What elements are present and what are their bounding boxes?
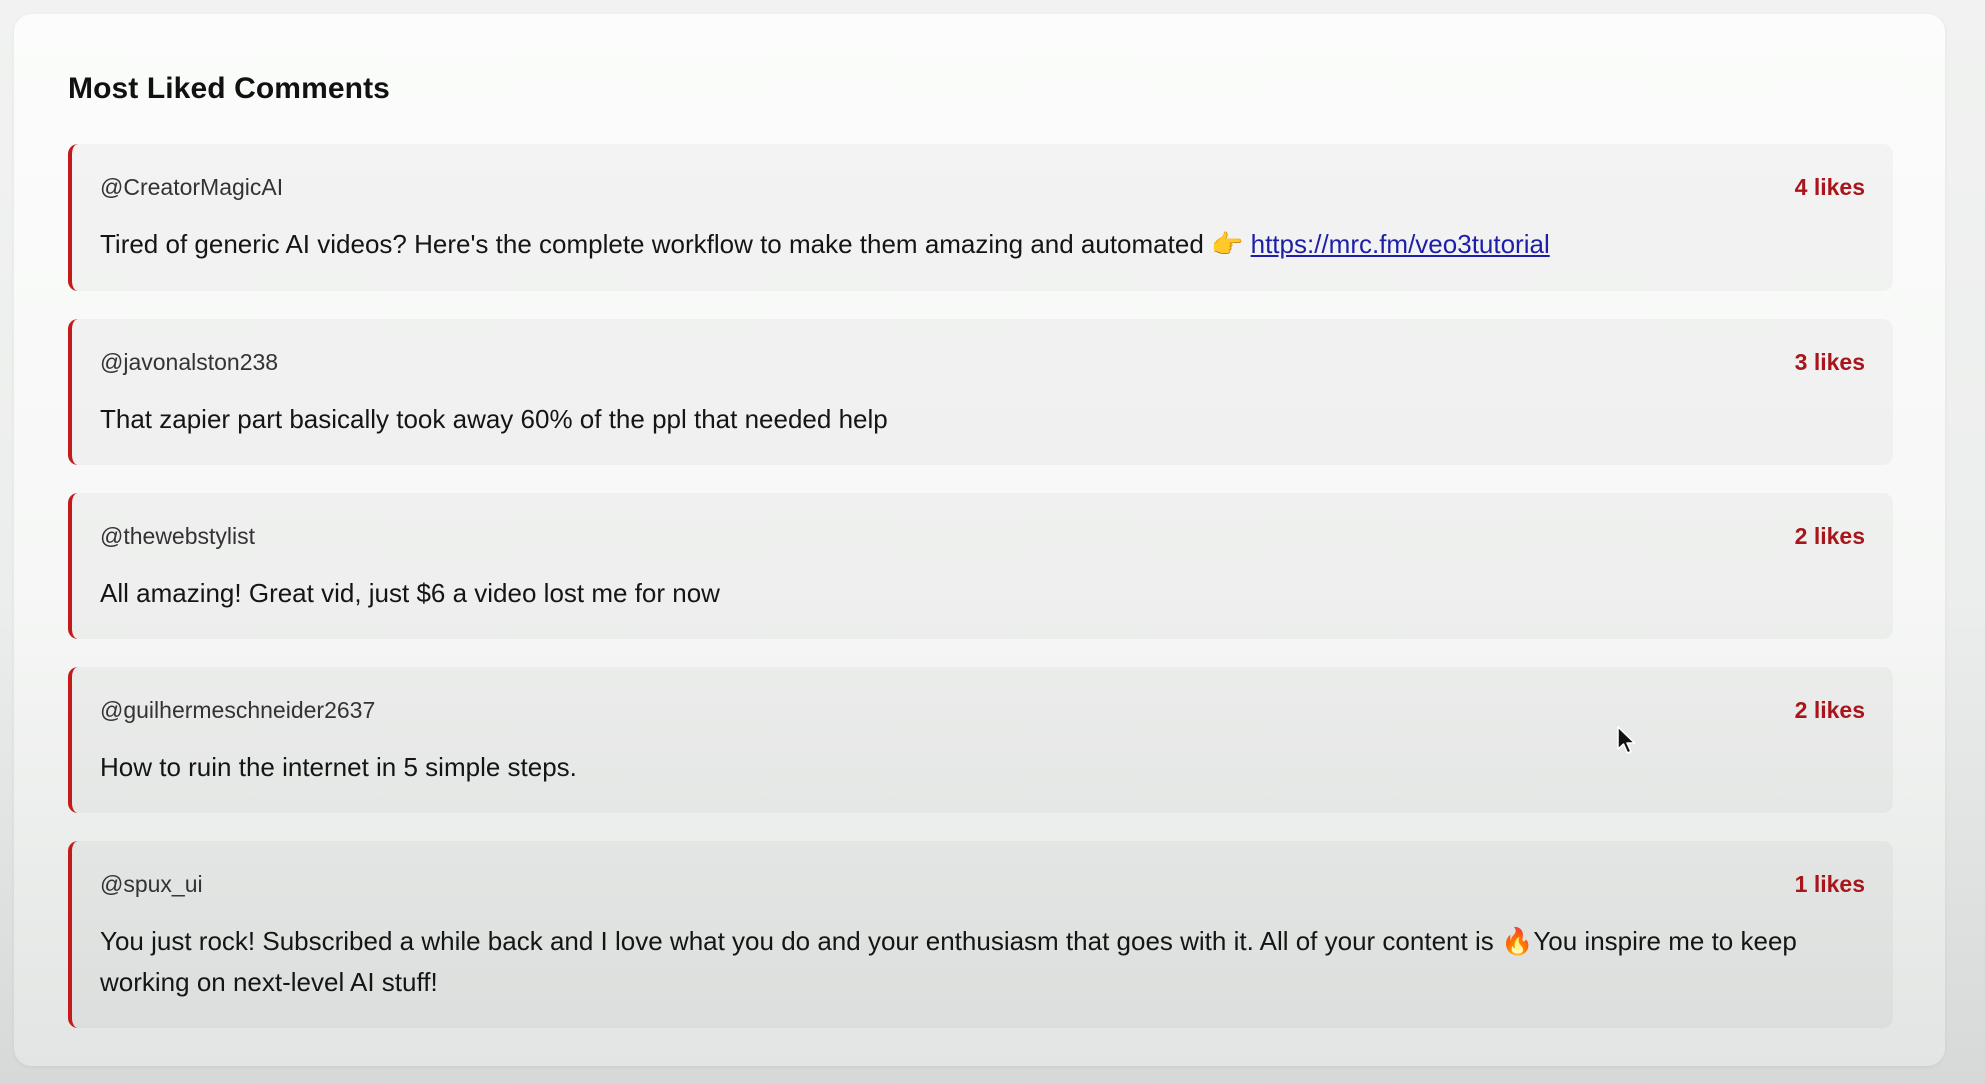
section-title: Most Liked Comments xyxy=(68,72,390,105)
comment-likes: 3 likes xyxy=(1794,348,1865,375)
comment-likes: 2 likes xyxy=(1794,522,1865,549)
comment-header: @spux_ui 1 likes xyxy=(100,869,1865,899)
comments-list: @CreatorMagicAI 4 likes Tired of generic… xyxy=(68,144,1891,1028)
comment-likes: 4 likes xyxy=(1794,173,1865,200)
comment-body-start: You just rock! Subscribed a while back a… xyxy=(100,926,1494,956)
comment-link[interactable]: https://mrc.fm/veo3tutorial xyxy=(1251,229,1550,259)
comment-header: @CreatorMagicAI 4 likes xyxy=(100,172,1865,202)
comment-author: @javonalston238 xyxy=(100,348,279,375)
comment-body: Tired of generic AI videos? Here's the c… xyxy=(100,229,1204,259)
mouse-pointer-icon xyxy=(1617,726,1636,754)
fire-emoji: 🔥 xyxy=(1500,927,1534,957)
comment-header: @javonalston238 3 likes xyxy=(100,347,1865,377)
comment-item: @javonalston238 3 likes That zapier part… xyxy=(68,319,1893,465)
comment-author: @spux_ui xyxy=(100,870,203,897)
most-liked-comments-card: Most Liked Comments @CreatorMagicAI 4 li… xyxy=(14,14,1945,1066)
comment-text: You just rock! Subscribed a while back a… xyxy=(100,921,1865,1002)
comment-header: @guilhermeschneider2637 2 likes xyxy=(100,695,1865,725)
comment-text: Tired of generic AI videos? Here's the c… xyxy=(100,224,1865,265)
comment-header: @thewebstylist 2 likes xyxy=(100,521,1865,551)
comment-item: @thewebstylist 2 likes All amazing! Grea… xyxy=(68,493,1893,639)
comment-item: @spux_ui 1 likes You just rock! Subscrib… xyxy=(68,841,1893,1028)
comment-likes: 2 likes xyxy=(1794,696,1865,723)
comment-item: @CreatorMagicAI 4 likes Tired of generic… xyxy=(68,144,1893,291)
pointing-hand-emoji: 👉 xyxy=(1211,230,1244,260)
comment-author: @guilhermeschneider2637 xyxy=(100,696,376,723)
comment-likes: 1 likes xyxy=(1794,870,1865,897)
comment-author: @thewebstylist xyxy=(100,522,256,549)
comment-text: That zapier part basically took away 60%… xyxy=(100,404,888,434)
comment-author: @CreatorMagicAI xyxy=(100,173,284,200)
comment-text: How to ruin the internet in 5 simple ste… xyxy=(100,752,577,782)
comment-text: All amazing! Great vid, just $6 a video … xyxy=(100,578,720,608)
